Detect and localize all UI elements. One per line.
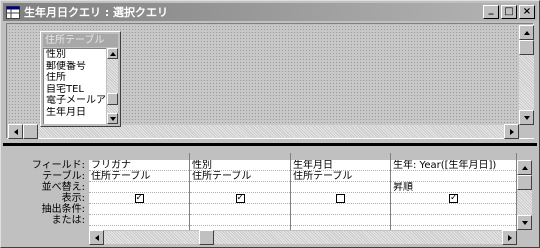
design-grid: フリガナ 住所テーブル ✓ 性別 住所テーブル ✓ 生年月日 住所テーブル 生年… [89,160,517,230]
table-cell[interactable]: 住所テーブル [89,171,189,182]
show-checkbox[interactable]: ✓ [134,193,144,203]
checkmark-icon: ✓ [135,193,144,203]
close-button[interactable]: × [519,5,535,19]
scroll-left-button[interactable] [89,230,104,245]
show-checkbox[interactable] [336,193,345,203]
show-checkbox[interactable]: ✓ [235,193,245,203]
show-cell: ✓ [89,193,189,204]
grid-column: フリガナ 住所テーブル ✓ [89,160,190,230]
field-item-birthdate[interactable]: 生年月日 [44,107,106,119]
field-list-box[interactable]: 住所テーブル 性別 郵便番号 住所 自宅TEL 電子メールア 生年月日 [40,31,121,127]
scroll-corner [519,125,534,138]
scroll-thumb[interactable] [519,40,534,55]
column-selector[interactable] [89,153,190,160]
row-label-table: テーブル: [42,171,85,182]
sort-cell[interactable] [89,182,189,193]
row-label-or: または: [51,215,85,226]
row-labels: フィールド: テーブル: 並べ替え: 表示: 抽出条件: または: [3,160,87,226]
arrow-up-icon [521,165,528,170]
column-selector[interactable] [190,153,291,160]
column-selector[interactable] [291,153,391,160]
checkmark-icon: ✓ [450,193,458,203]
field-list-title[interactable]: 住所テーブル [43,34,118,47]
field-list-vscroll[interactable] [107,48,118,124]
scroll-thumb[interactable] [23,124,38,139]
column-selector[interactable] [391,153,517,160]
grid-column: 性別 住所テーブル ✓ [190,160,291,230]
sort-cell[interactable] [190,182,290,193]
arrow-down-icon [523,115,530,120]
field-item-home-tel[interactable]: 自宅TEL [44,84,106,96]
show-cell: ✓ [190,193,290,204]
row-label-field: フィールド: [31,160,85,171]
field-item-postal-code[interactable]: 郵便番号 [44,61,106,73]
pane-splitter[interactable] [3,143,537,146]
grid-hscroll[interactable] [89,230,517,245]
scroll-down-button[interactable] [517,215,532,230]
criteria-cell[interactable] [291,204,390,215]
arrow-right-icon [507,234,512,241]
field-item-email[interactable]: 電子メールア [44,95,106,107]
minimize-icon: _ [488,4,494,15]
arrow-up-icon [109,51,116,56]
arrow-up-icon [523,30,530,35]
criteria-cell[interactable] [89,204,189,215]
field-list-scroll-thumb[interactable] [107,93,118,105]
field-cell[interactable]: 性別 [190,160,290,171]
query-window: 生年月日クエリ : 選択クエリ _ □ × 住所テーブル 性別 郵便番号 住所 … [0,0,540,248]
field-cell[interactable]: フリガナ [89,160,189,171]
design-grid-pane: フィールド: テーブル: 並べ替え: 表示: 抽出条件: または: フリガナ 住… [3,147,537,245]
arrow-right-icon [509,128,514,135]
scroll-down-button[interactable] [519,110,534,125]
field-cell[interactable]: 生年月日 [291,160,390,171]
arrow-down-icon [109,116,116,121]
checkmark-icon: ✓ [236,193,245,203]
maximize-icon: □ [504,6,514,17]
scroll-thumb[interactable] [517,175,532,190]
or-cell[interactable] [190,215,290,226]
maximize-button[interactable]: □ [501,5,517,19]
close-icon: × [522,6,532,17]
field-item-gender[interactable]: 性別 [44,49,106,61]
field-item-address[interactable]: 住所 [44,72,106,84]
scroll-left-button[interactable] [8,124,23,139]
criteria-cell[interactable] [190,204,290,215]
scroll-up-button[interactable] [519,25,534,40]
scroll-right-button[interactable] [502,230,517,245]
table-cell[interactable]: 住所テーブル [190,171,290,182]
show-cell: ✓ [391,193,516,204]
sort-cell[interactable] [291,182,390,193]
query-icon [6,5,20,19]
show-checkbox[interactable]: ✓ [449,193,458,203]
scroll-up-button[interactable] [517,160,532,175]
field-list[interactable]: 性別 郵便番号 住所 自宅TEL 電子メールア 生年月日 [43,48,106,124]
row-label-sort: 並べ替え: [41,182,85,193]
title-bar[interactable]: 生年月日クエリ : 選択クエリ _ □ × [3,3,537,21]
window-title: 生年月日クエリ : 選択クエリ [24,6,169,19]
or-cell[interactable] [391,215,516,226]
row-label-criteria: 抽出条件: [41,204,85,215]
arrow-left-icon [13,128,18,135]
or-cell[interactable] [89,215,189,226]
scroll-thumb[interactable] [199,230,214,245]
table-cell[interactable] [391,171,516,182]
criteria-cell[interactable] [391,204,516,215]
grid-column: 生年: Year([生年月日]) 昇順 ✓ [391,160,517,230]
field-list-scroll-down[interactable] [107,113,118,124]
sort-cell[interactable]: 昇順 [391,182,516,193]
table-cell[interactable]: 住所テーブル [291,171,390,182]
arrow-down-icon [521,220,528,225]
minimize-button[interactable]: _ [483,5,499,19]
grid-vscroll[interactable] [517,160,532,230]
row-label-show: 表示: [61,193,85,204]
field-list-scroll-up[interactable] [107,48,118,59]
grid-column: 生年月日 住所テーブル [291,160,391,230]
or-cell[interactable] [291,215,390,226]
table-pane-vscroll[interactable] [519,25,534,125]
scroll-right-button[interactable] [504,124,519,139]
field-cell[interactable]: 生年: Year([生年月日]) [391,160,516,171]
arrow-left-icon [94,234,99,241]
show-cell [291,193,390,204]
